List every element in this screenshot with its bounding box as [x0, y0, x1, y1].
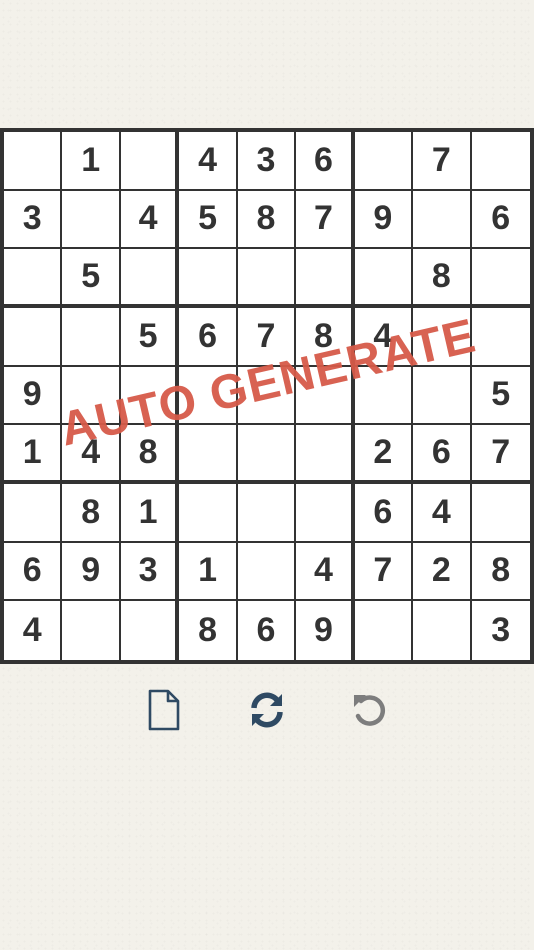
sudoku-cell-r5c8[interactable]	[413, 366, 472, 426]
sudoku-cell-r8c5[interactable]	[237, 542, 297, 602]
document-icon	[148, 689, 180, 731]
sudoku-cell-r3c2[interactable]: 5	[62, 249, 121, 308]
sudoku-cell-r3c4[interactable]	[179, 249, 238, 308]
sudoku-cell-r5c6[interactable]	[296, 366, 355, 426]
sudoku-cell-r6c4[interactable]	[179, 425, 238, 484]
sudoku-cell-r2c3[interactable]: 4	[120, 190, 180, 250]
sudoku-cell-r3c5[interactable]	[237, 249, 297, 308]
sudoku-cell-r3c1[interactable]	[4, 249, 63, 308]
sudoku-board: 1436734587965856784951482678164693147284…	[0, 128, 534, 664]
sudoku-cell-r8c3[interactable]: 3	[120, 542, 180, 602]
refresh-icon	[251, 692, 283, 728]
sudoku-cell-r8c9[interactable]: 8	[471, 542, 530, 602]
sudoku-cell-r7c2[interactable]: 8	[62, 484, 121, 543]
sudoku-cell-r4c5[interactable]: 7	[237, 308, 297, 367]
sudoku-cell-r5c2[interactable]	[62, 366, 121, 426]
sudoku-cell-r4c6[interactable]: 8	[296, 308, 355, 367]
sudoku-cell-r6c8[interactable]: 6	[413, 425, 472, 484]
sudoku-cell-r4c4[interactable]: 6	[179, 308, 238, 367]
sudoku-screen: 1436734587965856784951482678164693147284…	[0, 0, 534, 950]
sudoku-cell-r1c4[interactable]: 4	[179, 132, 238, 191]
sudoku-cell-r7c3[interactable]: 1	[120, 484, 180, 543]
sudoku-cell-r2c9[interactable]: 6	[471, 190, 530, 250]
sudoku-cell-r2c8[interactable]	[413, 190, 472, 250]
sudoku-cell-r4c9[interactable]	[471, 308, 530, 367]
sudoku-cell-r5c3[interactable]	[120, 366, 180, 426]
sudoku-cell-r2c1[interactable]: 3	[4, 190, 63, 250]
sudoku-cell-r9c6[interactable]: 9	[296, 601, 355, 660]
sudoku-cell-r8c4[interactable]: 1	[179, 542, 238, 602]
sudoku-cell-r6c3[interactable]: 8	[120, 425, 180, 484]
sudoku-cell-r1c3[interactable]	[120, 132, 180, 191]
sudoku-cell-r6c9[interactable]: 7	[471, 425, 530, 484]
sudoku-cell-r1c2[interactable]: 1	[62, 132, 121, 191]
sudoku-cell-r8c7[interactable]: 7	[354, 542, 414, 602]
sudoku-cell-r5c9[interactable]: 5	[471, 366, 530, 426]
sudoku-cell-r4c8[interactable]	[413, 308, 472, 367]
sudoku-cell-r8c8[interactable]: 2	[413, 542, 472, 602]
sudoku-cell-r3c8[interactable]: 8	[413, 249, 472, 308]
sudoku-cell-r9c2[interactable]	[62, 601, 121, 660]
sudoku-cell-r2c5[interactable]: 8	[237, 190, 297, 250]
sudoku-cell-r6c6[interactable]	[296, 425, 355, 484]
sudoku-cell-r5c5[interactable]	[237, 366, 297, 426]
sudoku-cell-r7c7[interactable]: 6	[354, 484, 414, 543]
sudoku-cell-r9c3[interactable]	[120, 601, 180, 660]
regenerate-button[interactable]	[243, 686, 291, 734]
sudoku-cell-r3c6[interactable]	[296, 249, 355, 308]
sudoku-cell-r9c4[interactable]: 8	[179, 601, 238, 660]
sudoku-cell-r4c3[interactable]: 5	[120, 308, 180, 367]
sudoku-cell-r3c3[interactable]	[120, 249, 180, 308]
sudoku-cell-r1c1[interactable]	[4, 132, 63, 191]
sudoku-cell-r7c8[interactable]: 4	[413, 484, 472, 543]
sudoku-cell-r7c1[interactable]	[4, 484, 63, 543]
sudoku-cell-r4c1[interactable]	[4, 308, 63, 367]
sudoku-cell-r1c7[interactable]	[354, 132, 414, 191]
sudoku-cell-r6c7[interactable]: 2	[354, 425, 414, 484]
sudoku-cell-r6c2[interactable]: 4	[62, 425, 121, 484]
sudoku-cell-r1c6[interactable]: 6	[296, 132, 355, 191]
sudoku-cell-r2c4[interactable]: 5	[179, 190, 238, 250]
sudoku-cell-r3c7[interactable]	[354, 249, 414, 308]
sudoku-cell-r5c4[interactable]	[179, 366, 238, 426]
sudoku-cell-r7c6[interactable]	[296, 484, 355, 543]
sudoku-cell-r8c6[interactable]: 4	[296, 542, 355, 602]
sudoku-cell-r2c6[interactable]: 7	[296, 190, 355, 250]
sudoku-cell-r1c9[interactable]	[471, 132, 530, 191]
undo-button[interactable]	[346, 686, 394, 734]
sudoku-cell-r6c1[interactable]: 1	[4, 425, 63, 484]
sudoku-cell-r9c7[interactable]	[354, 601, 414, 660]
sudoku-cell-r2c2[interactable]	[62, 190, 121, 250]
sudoku-cell-r1c8[interactable]: 7	[413, 132, 472, 191]
sudoku-cell-r7c4[interactable]	[179, 484, 238, 543]
sudoku-cell-r9c1[interactable]: 4	[4, 601, 63, 660]
undo-icon	[354, 695, 386, 726]
sudoku-cell-r4c7[interactable]: 4	[354, 308, 414, 367]
sudoku-cell-r2c7[interactable]: 9	[354, 190, 414, 250]
sudoku-cell-r9c9[interactable]: 3	[471, 601, 530, 660]
sudoku-cell-r1c5[interactable]: 3	[237, 132, 297, 191]
sudoku-cell-r4c2[interactable]	[62, 308, 121, 367]
sudoku-cell-r7c9[interactable]	[471, 484, 530, 543]
sudoku-cell-r7c5[interactable]	[237, 484, 297, 543]
new-puzzle-button[interactable]	[140, 686, 188, 734]
sudoku-cell-r3c9[interactable]	[471, 249, 530, 308]
sudoku-cell-r5c1[interactable]: 9	[4, 366, 63, 426]
sudoku-cell-r8c2[interactable]: 9	[62, 542, 121, 602]
sudoku-cell-r5c7[interactable]	[354, 366, 414, 426]
sudoku-cell-r9c5[interactable]: 6	[237, 601, 297, 660]
sudoku-cell-r8c1[interactable]: 6	[4, 542, 63, 602]
sudoku-cell-r9c8[interactable]	[413, 601, 472, 660]
sudoku-cell-r6c5[interactable]	[237, 425, 297, 484]
